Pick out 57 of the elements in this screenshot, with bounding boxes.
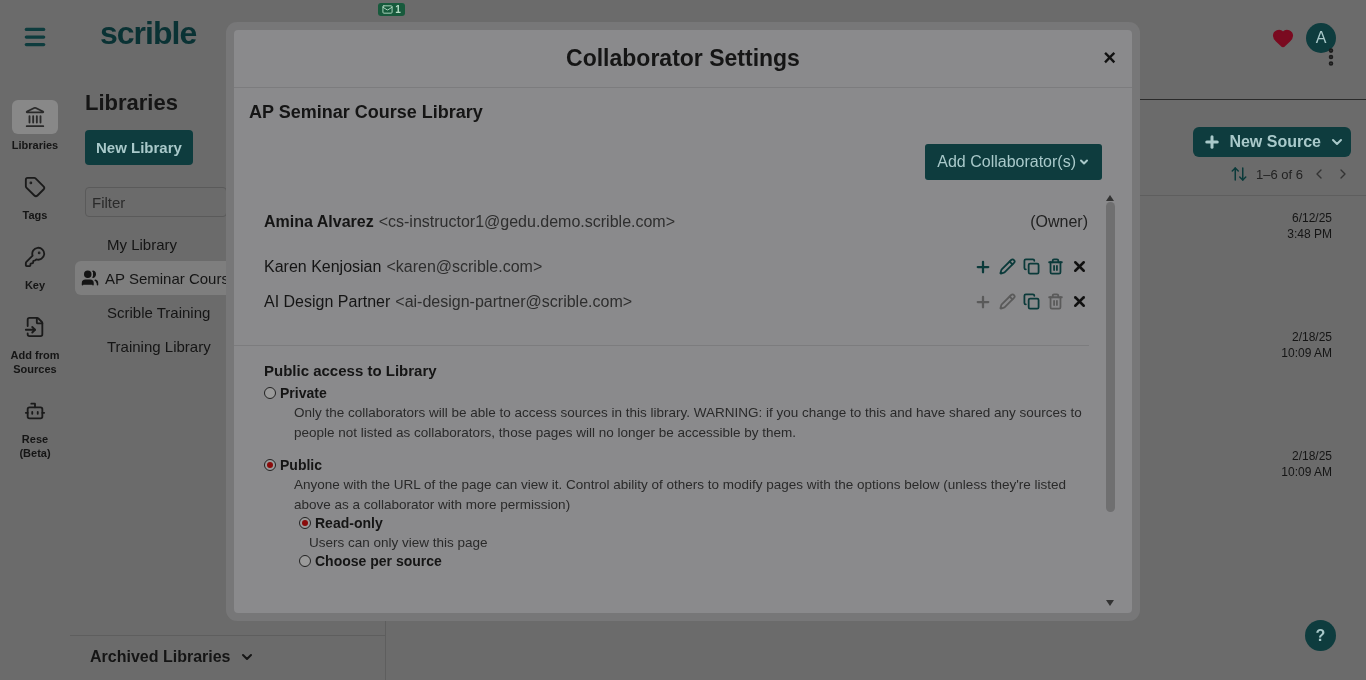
pencil-icon[interactable] <box>999 258 1016 275</box>
date-cell: 2/18/25 10:09 AM <box>1281 448 1332 480</box>
radio-button[interactable] <box>299 555 311 567</box>
trash-icon[interactable] <box>1047 258 1064 275</box>
option-description: Anyone with the URL of the page can view it. Control ability of others to modify pages with the options below (unless they're listed above as a collaborator with more permission) <box>294 476 1067 514</box>
copy-icon[interactable] <box>1023 258 1040 275</box>
new-source-button[interactable]: New Source <box>1193 127 1351 157</box>
library-item[interactable]: Scrible Training <box>75 295 233 329</box>
nav-item[interactable]: Rese (Beta) <box>4 394 66 470</box>
library-icon <box>12 100 58 134</box>
collaborator-name: AI Design Partner <box>264 292 391 311</box>
role-label: (Owner) <box>1030 212 1088 231</box>
users-icon <box>81 269 99 287</box>
close-icon[interactable] <box>1071 293 1088 310</box>
collaborator-email: <ai-design-partner@scrible.com> <box>395 292 633 311</box>
nav-item[interactable]: Libraries <box>4 100 66 162</box>
close-icon[interactable] <box>1071 258 1088 275</box>
option-description: Users can only view this page <box>309 534 489 552</box>
library-item[interactable]: Training Library <box>75 329 233 363</box>
add-collaborators-button[interactable]: Add Collaborator(s) <box>925 144 1102 180</box>
radio-button[interactable] <box>299 517 311 529</box>
option-label: Read-only <box>315 515 383 531</box>
date-cell: 6/12/25 3:48 PM <box>1287 210 1332 242</box>
option-label: Public <box>280 457 322 473</box>
option-label: Private <box>280 385 327 401</box>
heart-icon[interactable] <box>1272 27 1294 49</box>
panel-title: Libraries <box>85 90 178 116</box>
option-description: Only the collaborators will be able to access sources in this library. WARNING: if you change to this and have shared any sources to people not listed as collaborators, those pages will no longer be accessible by them. <box>294 404 1083 442</box>
avatar[interactable]: A <box>1306 23 1336 53</box>
help-button[interactable]: ? <box>1305 620 1336 651</box>
copy-icon[interactable] <box>1023 293 1040 310</box>
collaborator-email: <cs-instructor1@gedu.demo.scrible.com> <box>378 212 676 231</box>
collaborator-name: Amina Alvarez <box>264 212 374 231</box>
nav-item[interactable]: Add from Sources <box>4 310 66 386</box>
page-range: 1–6 of 6 <box>1256 166 1303 182</box>
collaborator-name: Karen Kenjosian <box>264 257 382 276</box>
mail-badge[interactable]: 1 <box>378 2 405 16</box>
new-library-button[interactable]: New Library <box>85 130 193 165</box>
collaborator-email: <karen@scrible.com> <box>386 257 543 276</box>
close-button[interactable]: × <box>1099 48 1120 68</box>
plus-icon <box>1203 133 1222 151</box>
dialog-title: Collaborator Settings <box>566 45 800 72</box>
nav-item[interactable]: Key <box>4 240 66 302</box>
library-item[interactable]: My Library <box>75 227 233 261</box>
sort-icon[interactable] <box>1230 165 1248 183</box>
date-cell: 2/18/25 10:09 AM <box>1281 329 1332 361</box>
logo[interactable]: scrible <box>100 14 197 52</box>
radio-button[interactable] <box>264 387 276 399</box>
radio-button[interactable] <box>264 459 276 471</box>
archived-libraries-toggle[interactable]: Archived Libraries <box>70 635 385 680</box>
section-title: Public access to Library <box>264 362 437 379</box>
filter-field[interactable]: Filter <box>85 187 227 217</box>
scrollbar-thumb[interactable] <box>1105 202 1115 512</box>
scroll-down-icon[interactable] <box>1105 599 1115 607</box>
option-label: Choose per source <box>315 553 442 569</box>
nav-item[interactable]: Tags <box>4 170 66 232</box>
library-name: AP Seminar Course Library <box>249 102 483 123</box>
